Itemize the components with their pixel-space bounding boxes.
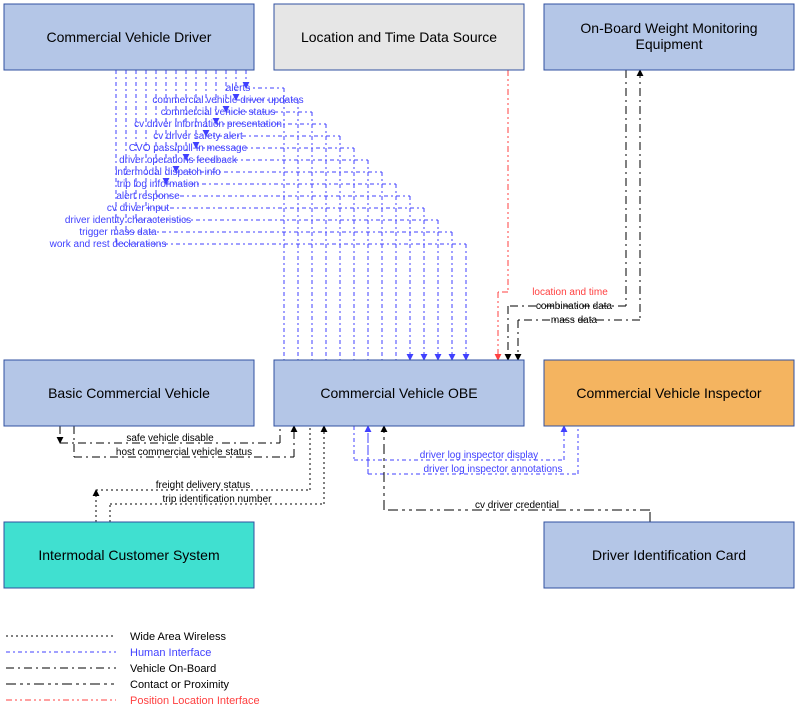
entity-boxes: Commercial Vehicle Driver Location and Ti…: [4, 4, 794, 588]
box-label-loc_time: Location and Time Data Source: [301, 29, 497, 45]
flow-labels: alertscommercial vehicle driver updatesc…: [49, 83, 613, 511]
flow-label: CVO pass/pull-in message: [129, 143, 248, 154]
flow-label: combination data: [536, 301, 613, 312]
flow-label: commercial vehicle driver updates: [152, 95, 303, 106]
legend-label: Wide Area Wireless: [130, 631, 226, 643]
flow-label: alert response: [116, 191, 180, 202]
box-label-cv_driver: Commercial Vehicle Driver: [47, 29, 212, 45]
legend-label: Contact or Proximity: [130, 679, 230, 691]
legend-label: Human Interface: [130, 647, 211, 659]
flow-label: driver identity characteristics: [65, 215, 191, 226]
flow-label: cv driver input: [107, 203, 169, 214]
flow-label: cv driver safety alert: [153, 131, 243, 142]
box-label-cv_inspector: Commercial Vehicle Inspector: [576, 385, 762, 401]
flow-label: location and time: [532, 287, 608, 298]
flow-label: driver operations feedback: [119, 155, 238, 166]
flow-label: trip log information: [117, 179, 199, 190]
flow-label: cv driver information presentation: [134, 119, 282, 130]
box-label-cv_obe: Commercial Vehicle OBE: [320, 385, 477, 401]
box-label-weight_mon: On-Board Weight Monitoring: [580, 20, 757, 36]
box-label-driver_id_card: Driver Identification Card: [592, 547, 746, 563]
flow-label: driver log inspector display: [420, 450, 538, 461]
flow-label: work and rest declarations: [49, 239, 167, 250]
legend: Wide Area Wireless Human Interface Vehicle…: [6, 631, 260, 707]
flow-label: trigger mass data: [79, 227, 157, 238]
flow-label: safe vehicle disable: [126, 433, 214, 444]
flow-label: alerts: [226, 83, 250, 94]
flow-label: mass data: [551, 315, 598, 326]
architecture-diagram: Commercial Vehicle Driver Location and Ti…: [0, 0, 798, 722]
flow-label: driver log inspector annotations: [424, 464, 563, 475]
flow-label: intermodal dispatch info: [115, 167, 221, 178]
flow-label: commercial vehicle status: [161, 107, 275, 118]
box-label-basic_cv: Basic Commercial Vehicle: [48, 385, 210, 401]
legend-label: Vehicle On-Board: [130, 663, 216, 675]
box-label-intermodal: Intermodal Customer System: [38, 547, 219, 563]
box-label2-weight_mon: Equipment: [636, 36, 703, 52]
legend-label: Position Location Interface: [130, 695, 260, 707]
flow-label: freight delivery status: [156, 480, 251, 491]
flow-label: trip identification number: [163, 494, 273, 505]
flow-label: cv driver credential: [475, 500, 559, 511]
flow-label: host commercial vehicle status: [116, 447, 252, 458]
